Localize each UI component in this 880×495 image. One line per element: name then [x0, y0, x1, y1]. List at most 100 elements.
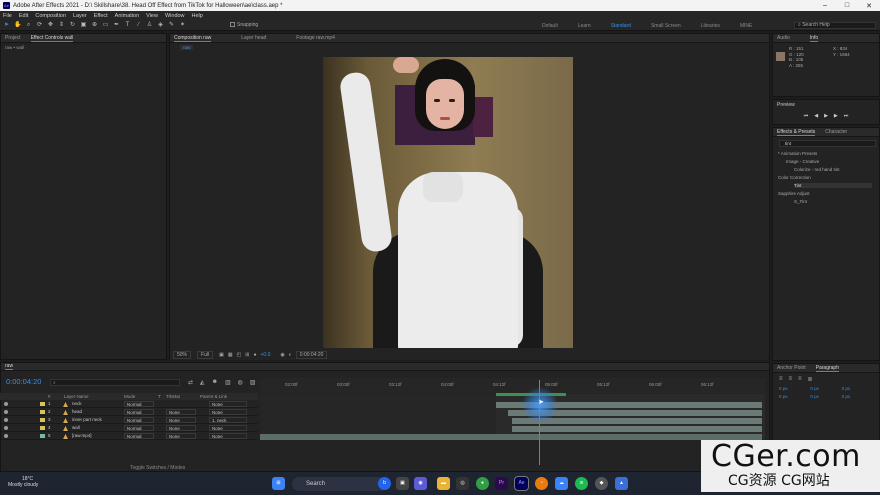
effects-tree-item[interactable]: Tint: [794, 183, 872, 188]
label-color[interactable]: [40, 410, 45, 414]
visibility-eye-icon[interactable]: [4, 402, 8, 406]
layer-name[interactable]: inner part neck: [72, 417, 102, 422]
color-channel-icon[interactable]: ●: [253, 352, 256, 358]
time-ruler[interactable]: 02:00f 03:00f 03:12f 04:00f 04:12f 05:00f 05:1…: [260, 378, 765, 393]
track-matte-dropdown[interactable]: None: [166, 433, 196, 439]
app-icon[interactable]: ◆: [595, 477, 608, 490]
label-color[interactable]: [40, 418, 45, 422]
label-color[interactable]: [40, 434, 45, 438]
tab-info[interactable]: Info: [809, 35, 819, 42]
parent-dropdown[interactable]: None: [209, 401, 247, 407]
layer-name[interactable]: wall: [72, 425, 80, 430]
parent-dropdown[interactable]: None: [209, 425, 247, 431]
tab-anchor-point[interactable]: Anchor Point: [777, 365, 806, 371]
start-icon[interactable]: ⊞: [272, 477, 285, 490]
label-color[interactable]: [40, 402, 45, 406]
tab-timeline-raw[interactable]: raw: [5, 363, 14, 370]
layer-row[interactable]: 3 inner part neck Normal None 1. neck: [0, 417, 258, 424]
effects-tree-item[interactable]: Color Correction: [778, 175, 811, 180]
shy-icon[interactable]: ☻: [212, 379, 218, 386]
resolution-dropdown[interactable]: Full: [197, 351, 214, 359]
onedrive-icon[interactable]: ☁: [555, 477, 568, 490]
exposure-value[interactable]: +0.0: [261, 352, 271, 358]
workspace-small-screen[interactable]: Small Screen: [651, 23, 681, 29]
selection-tool-icon[interactable]: ➤: [3, 22, 10, 29]
layer-row[interactable]: 1 neck Normal None: [0, 401, 258, 408]
workspace-mine[interactable]: MINE: [740, 23, 753, 29]
chat-icon[interactable]: ◉: [414, 477, 427, 490]
tab-paragraph[interactable]: Paragraph: [815, 365, 839, 372]
layer-name[interactable]: head: [72, 409, 82, 414]
timeline-timecode[interactable]: 0:00:04:20: [6, 377, 41, 386]
visibility-eye-icon[interactable]: [4, 418, 8, 422]
composition-viewer[interactable]: [323, 57, 573, 348]
aftereffects-icon[interactable]: Ae: [514, 476, 529, 491]
menu-edit[interactable]: Edit: [19, 13, 28, 19]
layer-row[interactable]: 2 head Normal None None: [0, 409, 258, 416]
workspace-learn[interactable]: Learn: [578, 23, 591, 29]
parent-dropdown[interactable]: None: [209, 409, 247, 415]
visibility-eye-icon[interactable]: [4, 410, 8, 414]
menu-effect[interactable]: Effect: [94, 13, 108, 19]
help-search-input[interactable]: ⌕ Search Help: [794, 22, 876, 29]
tab-footage[interactable]: Footage raw.mp4: [296, 35, 335, 41]
menu-animation[interactable]: Animation: [115, 13, 139, 19]
eraser-tool-icon[interactable]: ◈: [157, 22, 164, 29]
snapping-checkbox[interactable]: [230, 21, 237, 29]
align-center-icon[interactable]: ≡: [789, 376, 793, 383]
guides-icon[interactable]: ⊞: [245, 352, 249, 358]
layer-name[interactable]: [raw.mp4]: [72, 433, 92, 438]
zoom-tool-icon[interactable]: ⌕: [25, 22, 32, 29]
workspace-libraries[interactable]: Libraries: [701, 23, 720, 29]
clone-tool-icon[interactable]: ♙: [146, 22, 153, 29]
menu-view[interactable]: View: [146, 13, 158, 19]
graph-editor-icon[interactable]: ▨: [250, 379, 256, 386]
tab-composition[interactable]: Composition raw: [174, 35, 212, 42]
type-tool-icon[interactable]: T: [124, 22, 131, 29]
menu-help[interactable]: Help: [192, 13, 203, 19]
zoom-dropdown[interactable]: 50%: [173, 351, 192, 359]
parent-dropdown[interactable]: 1. neck: [209, 417, 247, 423]
effects-tree-item[interactable]: Image - Creative: [786, 159, 819, 164]
tab-character[interactable]: Character: [825, 129, 847, 135]
bing-icon[interactable]: b: [378, 477, 391, 490]
layer-row[interactable]: 5 [raw.mp4] Normal None None: [0, 433, 258, 440]
hand-tool-icon[interactable]: ✋: [14, 22, 21, 29]
align-right-icon[interactable]: ≡: [798, 376, 802, 383]
prev-frame-icon[interactable]: ◀: [814, 113, 818, 119]
track-matte-dropdown[interactable]: None: [166, 425, 196, 431]
frame-blend-icon[interactable]: ▥: [225, 379, 231, 386]
effects-tree-item[interactable]: * Animation Presets: [778, 151, 817, 156]
files-icon[interactable]: ▣: [396, 477, 409, 490]
toggle-switches-modes[interactable]: Toggle Switches / Modes: [130, 465, 185, 471]
roto-tool-icon[interactable]: ✎: [168, 22, 175, 29]
app2-icon[interactable]: ▲: [615, 477, 628, 490]
spotify-icon[interactable]: ≋: [575, 477, 588, 490]
last-frame-icon[interactable]: ⏭: [844, 113, 849, 119]
comp-flow-icon[interactable]: ⇄: [188, 379, 193, 386]
premiere-icon[interactable]: Pr: [495, 477, 508, 490]
layer-name[interactable]: neck: [72, 401, 82, 406]
brush-tool-icon[interactable]: ∕: [135, 22, 142, 29]
rectangle-tool-icon[interactable]: ▭: [102, 22, 109, 29]
menu-composition[interactable]: Composition: [35, 13, 66, 19]
blend-mode-dropdown[interactable]: Normal: [124, 409, 154, 415]
label-color[interactable]: [40, 426, 45, 430]
menu-layer[interactable]: Layer: [73, 13, 87, 19]
puppet-tool-icon[interactable]: ✶: [179, 22, 186, 29]
pen-tool-icon[interactable]: ✒: [113, 22, 120, 29]
menu-file[interactable]: File: [3, 13, 12, 19]
camera-tool-icon[interactable]: ▣: [80, 22, 87, 29]
transparency-grid-icon[interactable]: ▦: [228, 352, 233, 358]
explorer-icon[interactable]: ▬: [437, 477, 450, 490]
maximize-icon[interactable]: □: [836, 2, 858, 10]
minimize-icon[interactable]: –: [814, 2, 836, 10]
next-frame-icon[interactable]: ▶: [834, 113, 838, 119]
track-matte-dropdown[interactable]: None: [166, 409, 196, 415]
align-left-icon[interactable]: ≡: [779, 376, 783, 383]
tab-layer[interactable]: Layer head: [241, 35, 266, 41]
first-frame-icon[interactable]: ⏮: [804, 113, 809, 119]
draft-3d-icon[interactable]: ◭: [200, 379, 205, 386]
rotate-tool-icon[interactable]: ↻: [69, 22, 76, 29]
pan-behind-tool-icon[interactable]: ⊕: [91, 22, 98, 29]
